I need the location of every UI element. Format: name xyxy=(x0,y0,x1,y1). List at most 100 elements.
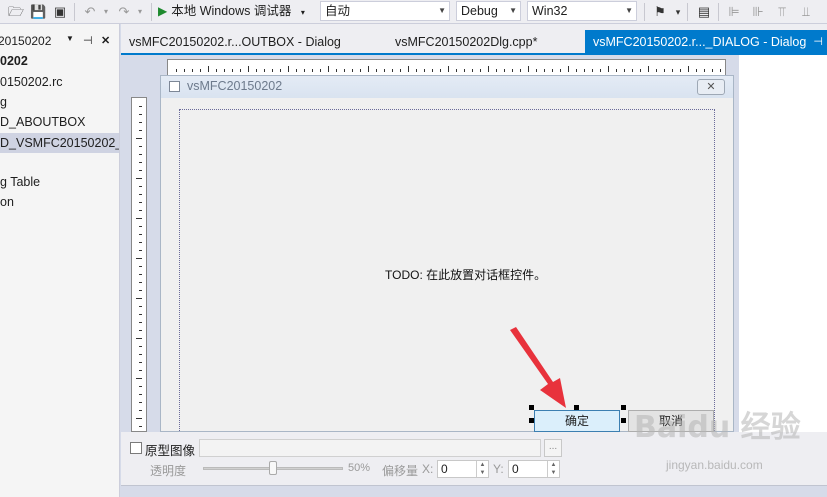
ruler-tick xyxy=(139,330,142,331)
ruler-tick xyxy=(688,66,689,72)
ruler-tick xyxy=(600,69,601,72)
offset-y-input[interactable]: 0 ▲ ▼ xyxy=(508,460,560,478)
tab-dlg-cpp[interactable]: vsMFC20150202Dlg.cpp* xyxy=(387,32,577,54)
ruler-tick xyxy=(456,69,457,72)
ruler-tick xyxy=(139,106,142,107)
align-bottom-icon[interactable]: ⫫ xyxy=(798,4,814,20)
panel-title: 20150202 xyxy=(0,34,52,48)
offset-y-label: Y: xyxy=(493,462,504,476)
ruler-tick xyxy=(139,386,142,387)
pin-icon[interactable]: ⊣ xyxy=(83,34,93,47)
tree-item[interactable]: 0150202.rc xyxy=(0,75,63,89)
tree-item-selected[interactable]: D_VSMFC20150202_ xyxy=(0,133,119,153)
ruler-tick xyxy=(296,69,297,72)
ruler-tick xyxy=(139,306,142,307)
prototype-image-checkbox[interactable] xyxy=(130,442,142,454)
spin-arrows-icon[interactable]: ▲ ▼ xyxy=(476,461,488,477)
main-toolbar: 🗁 💾 ▣ ↶ ▾ ↷ ▾ ▶ 本地 Windows 调试器 ▾ 自动 ▼ Debu… xyxy=(0,0,827,24)
tab-about-dialog[interactable]: vsMFC20150202.r...OUTBOX - Dialog xyxy=(121,32,383,54)
ruler-tick xyxy=(139,250,142,251)
ruler-tick xyxy=(139,154,142,155)
ruler-tick xyxy=(704,69,705,72)
ruler-tick xyxy=(376,69,377,72)
save-all-icon[interactable]: ▣ xyxy=(52,4,68,20)
ruler-tick xyxy=(136,138,142,139)
platform-dropdown[interactable]: Win32 ▼ xyxy=(527,1,637,21)
ruler-tick xyxy=(536,69,537,72)
panel-dropdown-icon[interactable]: ▼ xyxy=(66,34,74,43)
pin-tab-icon[interactable]: ⊣ xyxy=(813,30,823,54)
redo-dropdown-icon[interactable]: ▾ xyxy=(132,4,148,20)
offset-x-input[interactable]: 0 ▲ ▼ xyxy=(437,460,489,478)
ruler-tick xyxy=(400,69,401,72)
ruler-tick xyxy=(139,394,142,395)
resize-handle[interactable] xyxy=(621,418,626,423)
ruler-tick xyxy=(360,69,361,72)
ruler-tick xyxy=(584,69,585,72)
prototype-image-path-field[interactable] xyxy=(199,439,541,457)
resize-handle[interactable] xyxy=(621,405,626,410)
browse-button[interactable]: ... xyxy=(544,439,562,457)
ruler-tick xyxy=(139,362,142,363)
align-left-icon[interactable]: ⊫ xyxy=(726,4,742,20)
tree-item-label: on xyxy=(0,195,14,209)
resize-handle[interactable] xyxy=(529,405,534,410)
ok-button[interactable]: 确定 xyxy=(534,410,620,432)
ruler-tick xyxy=(696,69,697,72)
cancel-button[interactable]: 取消 xyxy=(628,410,714,432)
ruler-tick xyxy=(139,130,142,131)
cancel-button-label: 取消 xyxy=(658,414,683,428)
opacity-label: 透明度 xyxy=(150,464,187,478)
solution-config-dropdown[interactable]: 自动 ▼ xyxy=(320,1,450,21)
resize-handle[interactable] xyxy=(529,418,534,423)
undo-icon[interactable]: ↶ xyxy=(82,4,98,20)
toolbar-options-icon[interactable]: ▾ xyxy=(670,4,686,20)
tab-main-dialog[interactable]: vsMFC20150202.r..._DIALOG - Dialog ⊣ xyxy=(585,30,827,54)
spin-arrows-icon[interactable]: ▲ ▼ xyxy=(547,461,559,477)
ruler-tick xyxy=(139,122,142,123)
tree-item[interactable]: 0202 xyxy=(0,54,28,68)
tree-item-label: 0150202.rc xyxy=(0,75,63,89)
ruler-tick xyxy=(139,370,142,371)
resize-handle[interactable] xyxy=(574,405,579,410)
ruler-tick xyxy=(139,202,142,203)
close-icon[interactable]: ✕ xyxy=(697,79,725,95)
todo-static-text[interactable]: TODO: 在此放置对话框控件。 xyxy=(385,266,546,283)
solution-config-value: 自动 xyxy=(325,4,351,18)
ruler-tick xyxy=(139,186,142,187)
ruler-tick xyxy=(139,194,142,195)
redo-icon[interactable]: ↷ xyxy=(116,4,132,20)
build-config-dropdown[interactable]: Debug ▼ xyxy=(456,1,521,21)
vertical-ruler[interactable] xyxy=(131,97,147,432)
test-dialog-icon[interactable]: ▤ xyxy=(696,4,712,20)
prototype-image-label: 原型图像 xyxy=(145,444,196,458)
ruler-tick xyxy=(139,410,142,411)
play-icon: ▶ xyxy=(158,4,168,18)
ruler-tick xyxy=(624,69,625,72)
save-icon[interactable]: 💾 xyxy=(30,4,46,20)
start-debugger-button[interactable]: ▶ 本地 Windows 调试器 ▾ xyxy=(158,1,305,21)
close-icon[interactable]: ✕ xyxy=(101,34,110,47)
ruler-tick xyxy=(416,69,417,72)
undo-dropdown-icon[interactable]: ▾ xyxy=(98,4,114,20)
open-file-icon[interactable]: 🗁 xyxy=(8,4,24,20)
ruler-tick xyxy=(136,298,142,299)
chevron-down-icon[interactable]: ▾ xyxy=(301,8,305,17)
ruler-tick xyxy=(184,69,185,72)
chevron-down-icon: ▼ xyxy=(438,6,446,15)
ruler-tick xyxy=(408,66,409,72)
tree-item[interactable]: g xyxy=(0,95,7,109)
tree-item[interactable]: D_ABOUTBOX xyxy=(0,115,85,129)
ruler-tick xyxy=(200,69,201,72)
tree-item[interactable]: g Table xyxy=(0,175,40,189)
tree-item-label: g Table xyxy=(0,175,41,189)
ruler-tick xyxy=(640,69,641,72)
opacity-slider-thumb[interactable] xyxy=(269,461,277,475)
tree-item[interactable]: on xyxy=(0,195,14,209)
find-icon[interactable]: ⚑ xyxy=(652,4,668,20)
ruler-tick xyxy=(472,69,473,72)
dialog-window[interactable]: vsMFC20150202 ✕ TODO: 在此放置对话框控件。 确定 取消 xyxy=(160,75,734,433)
align-right-icon[interactable]: ⊪ xyxy=(750,4,766,20)
ruler-tick xyxy=(560,69,561,72)
align-top-icon[interactable]: ⫪ xyxy=(774,4,790,20)
